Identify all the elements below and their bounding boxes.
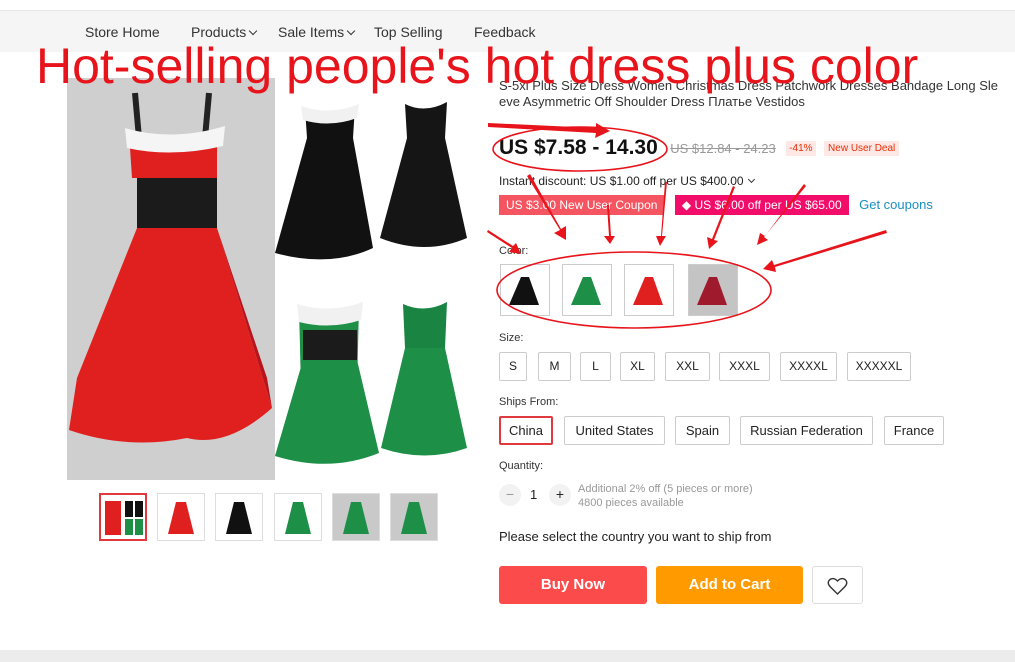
product-title-line-2: eve Asymmetric Off Shoulder Dress Платье… [499, 94, 805, 109]
ships-from-spain[interactable]: Spain [675, 416, 730, 445]
color-swatch-black[interactable] [500, 264, 550, 316]
size-option-xxxxl[interactable]: XXXXL [780, 352, 837, 381]
size-option-xxxxxl[interactable]: XXXXXL [847, 352, 911, 381]
size-option-xxxl[interactable]: XXXL [719, 352, 770, 381]
thumbnail-3[interactable] [215, 493, 263, 541]
ships-from-china[interactable]: China [499, 416, 553, 445]
coupon-row: US $3.00 New User Coupon ◆ US $6.00 off … [499, 195, 933, 215]
size-option-l[interactable]: L [580, 352, 611, 381]
chevron-down-icon [346, 26, 356, 36]
instant-discount[interactable]: Instant discount: US $1.00 off per US $4… [499, 174, 755, 188]
heart-icon [827, 577, 848, 595]
quantity-increase-button[interactable]: + [549, 484, 571, 506]
price-row: US $7.58 - 14.30 US $12.84 - 24.23 -41% … [499, 136, 900, 164]
size-option-xxl[interactable]: XXL [665, 352, 710, 381]
thumbnail-2[interactable] [157, 493, 205, 541]
color-swatch-wine[interactable] [688, 264, 738, 316]
thumbnail-1[interactable] [99, 493, 147, 541]
buy-now-button[interactable]: Buy Now [499, 566, 647, 604]
ships-from-label: Ships From: [499, 396, 559, 408]
ships-from-united-states[interactable]: United States [564, 416, 665, 445]
stock-available: 4800 pieces available [578, 497, 684, 509]
original-price: US $12.84 - 24.23 [670, 140, 776, 156]
image-green-dress [275, 278, 467, 480]
quantity-decrease-button[interactable]: − [499, 484, 521, 506]
thumbnail-4[interactable] [274, 493, 322, 541]
thumbnail-5[interactable] [332, 493, 380, 541]
chevron-down-icon [249, 26, 258, 36]
color-label: Color: [499, 245, 529, 257]
discount-badge: -41% [786, 140, 816, 156]
current-price: US $7.58 - 14.30 [499, 136, 658, 159]
quantity-value[interactable]: 1 [530, 487, 537, 502]
footer-divider [0, 650, 1015, 662]
size-option-s[interactable]: S [499, 352, 527, 381]
bulk-discount-note: Additional 2% off (5 pieces or more) [578, 483, 753, 495]
store-coupon-label: US $6.00 off per US $65.00 [694, 198, 842, 212]
chevron-down-icon [747, 175, 755, 184]
image-black-dress [275, 78, 467, 278]
ships-from-russian-federation[interactable]: Russian Federation [740, 416, 873, 445]
quantity-label: Quantity: [499, 460, 544, 472]
wishlist-button[interactable] [812, 566, 863, 604]
ship-country-prompt: Please select the country you want to sh… [499, 529, 772, 544]
add-to-cart-button[interactable]: Add to Cart [656, 566, 803, 604]
size-option-xl[interactable]: XL [620, 352, 655, 381]
get-coupons-link[interactable]: Get coupons [859, 197, 933, 212]
color-swatch-red[interactable] [624, 264, 674, 316]
store-coupon[interactable]: ◆ US $6.00 off per US $65.00 [674, 195, 849, 215]
main-image-red-dress [67, 78, 275, 480]
product-page: Store Home Products Sale Items Top Selli… [0, 0, 1015, 662]
size-label: Size: [499, 332, 524, 344]
ships-from-france[interactable]: France [884, 416, 944, 445]
instant-discount-text: Instant discount: US $1.00 off per US $4… [499, 174, 744, 188]
overlay-promo-text: Hot-selling people's hot dress plus colo… [36, 38, 919, 94]
size-option-m[interactable]: M [538, 352, 571, 381]
product-image-gallery[interactable] [67, 78, 467, 480]
color-swatch-green[interactable] [562, 264, 612, 316]
thumbnail-6[interactable] [390, 493, 438, 541]
new-user-coupon[interactable]: US $3.00 New User Coupon [499, 195, 665, 215]
new-user-deal-badge: New User Deal [824, 140, 900, 156]
